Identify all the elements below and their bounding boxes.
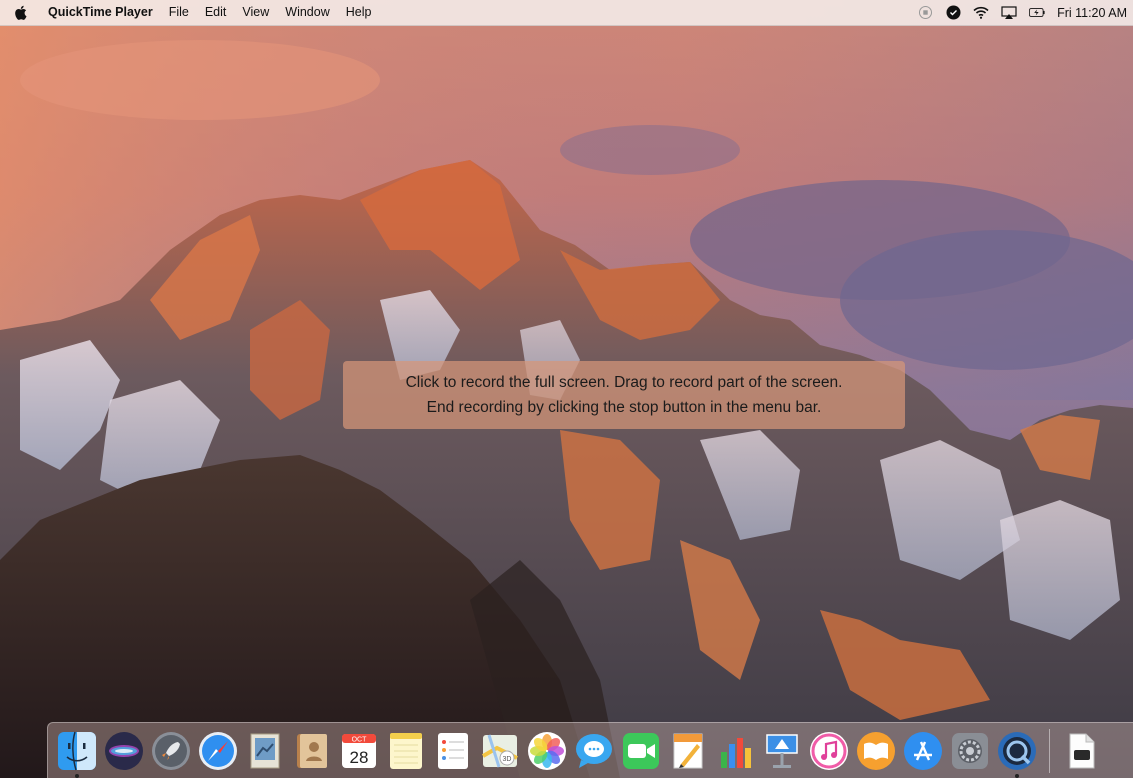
wifi-icon[interactable] <box>973 5 989 21</box>
mail-icon[interactable] <box>244 730 286 772</box>
keynote-icon[interactable] <box>761 730 803 772</box>
document-icon[interactable] <box>1060 730 1102 772</box>
calendar-month: OCT <box>352 736 368 743</box>
system-preferences-icon[interactable] <box>949 730 991 772</box>
maps-icon[interactable]: 3D <box>479 730 521 772</box>
svg-text:3D: 3D <box>503 756 512 763</box>
notes-icon[interactable] <box>385 730 427 772</box>
menu-file[interactable]: File <box>161 0 197 25</box>
app-store-icon[interactable] <box>902 730 944 772</box>
reminders-icon[interactable] <box>432 730 474 772</box>
battery-charging-icon[interactable] <box>1029 5 1045 21</box>
facetime-icon[interactable] <box>620 730 662 772</box>
contacts-icon[interactable] <box>291 730 333 772</box>
apple-menu-icon[interactable] <box>14 5 30 21</box>
stop-recording-icon[interactable] <box>917 5 933 21</box>
menu-bar-status: Fri 11:20 AM <box>917 0 1133 25</box>
quicktime-icon[interactable] <box>996 730 1038 778</box>
airplay-icon[interactable] <box>1001 5 1017 21</box>
menu-view[interactable]: View <box>234 0 277 25</box>
menu-edit[interactable]: Edit <box>197 0 235 25</box>
menu-window[interactable]: Window <box>277 0 337 25</box>
launchpad-icon[interactable] <box>150 730 192 772</box>
menu-help[interactable]: Help <box>338 0 380 25</box>
quicktime-running-indicator <box>1015 773 1019 778</box>
screen-recording-hint: Click to record the full screen. Drag to… <box>343 361 905 429</box>
dock-separator <box>1049 728 1050 773</box>
itunes-icon[interactable] <box>808 730 850 772</box>
hint-line-1: Click to record the full screen. Drag to… <box>405 374 843 391</box>
desktop[interactable]: QuickTime Player File Edit View Window H… <box>0 0 1133 778</box>
calendar-icon[interactable]: OCT 28 <box>338 730 380 772</box>
finder-icon[interactable] <box>56 730 98 778</box>
vpn-shield-icon[interactable] <box>945 5 961 21</box>
safari-icon[interactable] <box>197 730 239 772</box>
photos-icon[interactable] <box>526 730 568 772</box>
pages-icon[interactable] <box>667 730 709 772</box>
app-menu-quicktime[interactable]: QuickTime Player <box>48 0 161 25</box>
dock: OCT 28 3D <box>47 722 1133 778</box>
menu-bar-left: QuickTime Player File Edit View Window H… <box>0 0 379 25</box>
menu-bar-clock[interactable]: Fri 11:20 AM <box>1057 6 1127 20</box>
calendar-day: 28 <box>350 748 369 767</box>
ibooks-icon[interactable] <box>855 730 897 772</box>
hint-line-2: End recording by clicking the stop butto… <box>426 399 822 416</box>
numbers-icon[interactable] <box>714 730 756 772</box>
messages-icon[interactable] <box>573 730 615 772</box>
menu-bar: QuickTime Player File Edit View Window H… <box>0 0 1133 26</box>
siri-icon[interactable] <box>103 730 145 772</box>
finder-running-indicator <box>75 773 79 778</box>
